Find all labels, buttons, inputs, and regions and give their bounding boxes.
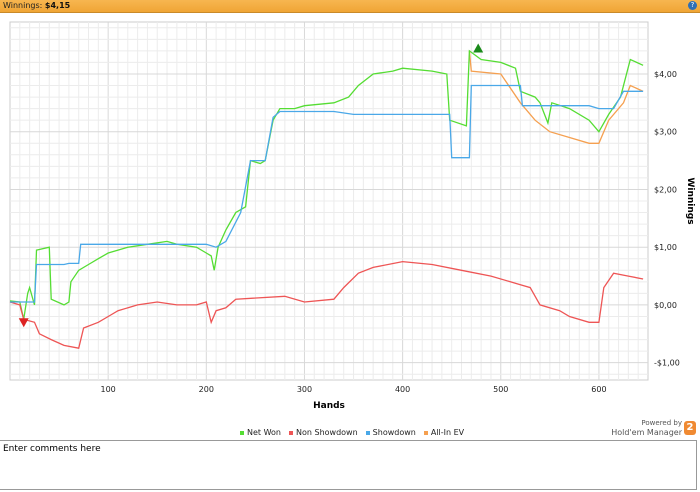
winnings-header: Winnings: $4,15 ?: [0, 0, 700, 13]
branding: Powered by Hold'em Manager: [611, 419, 682, 437]
legend-label: Non Showdown: [296, 428, 358, 437]
legend-item[interactable]: Showdown: [365, 428, 416, 437]
y-axis-label: Winnings: [685, 177, 695, 224]
x-tick-label: 300: [297, 385, 312, 394]
comments-input[interactable]: Enter comments here: [0, 440, 697, 490]
x-tick-label: 100: [101, 385, 116, 394]
brand-name: Hold'em Manager: [611, 428, 682, 437]
legend-item[interactable]: All-In EV: [423, 428, 465, 437]
y-tick-label: $0,00: [654, 301, 677, 310]
x-tick-label: 500: [493, 385, 508, 394]
legend-swatch: [240, 430, 244, 435]
winnings-value: $4,15: [44, 1, 71, 10]
legend-label: Net Won: [247, 428, 281, 437]
hem-logo-icon: 2: [684, 421, 696, 435]
y-tick-label: $4,00: [654, 70, 677, 79]
y-tick-label: -$1,00: [654, 359, 680, 368]
x-tick-label: 400: [395, 385, 410, 394]
powered-by-text: Powered by: [641, 419, 682, 427]
chart-legend: Net Won Non Showdown Showdown All-In EV: [240, 428, 464, 437]
legend-swatch: [423, 430, 428, 435]
x-tick-label: 600: [591, 385, 606, 394]
legend-item[interactable]: Non Showdown: [289, 428, 358, 437]
legend-label: All-In EV: [430, 428, 465, 437]
winnings-chart: 100 200 300 400 500 600 $4,00 $3,00 $2,00 $1,00 $0…: [9, 21, 695, 411]
legend-swatch: [289, 430, 293, 435]
legend-item[interactable]: Net Won: [240, 428, 281, 437]
legend-swatch: [365, 430, 370, 435]
y-tick-label: $2,00: [654, 185, 677, 194]
x-tick-label: 200: [199, 385, 214, 394]
legend-label: Showdown: [372, 428, 416, 437]
winnings-label: Winnings:: [3, 1, 43, 10]
y-tick-label: $3,00: [654, 128, 677, 137]
x-axis-label: Hands: [313, 401, 345, 411]
help-icon[interactable]: ?: [688, 1, 697, 10]
y-tick-label: $1,00: [654, 243, 677, 252]
